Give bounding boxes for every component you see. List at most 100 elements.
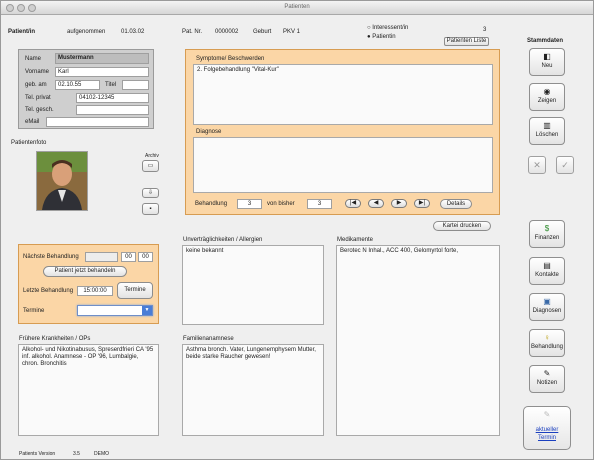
last-icon: ▶|: [418, 200, 426, 206]
termine-select[interactable]: ▼: [77, 305, 153, 316]
name-label: Name: [25, 56, 42, 62]
termine-label: Termine: [23, 308, 45, 314]
next-record-button[interactable]: ▶: [391, 199, 407, 208]
diagnoses-button-label: Diagnosen: [532, 308, 562, 314]
birthdate-field[interactable]: 02.10.55: [55, 80, 100, 90]
vorname-label: Vorname: [25, 69, 50, 75]
chevron-down-icon: ▼: [142, 306, 152, 315]
tel-privat-label: Tel. privat: [25, 95, 51, 101]
patient-photo-frame[interactable]: [36, 151, 88, 211]
contacts-icon: ▤: [543, 261, 551, 270]
previous-icon: ◀: [373, 200, 379, 206]
current-appointment-button[interactable]: ✎ aktueller Termin: [523, 406, 571, 450]
stammdaten-label: Stammdaten: [527, 38, 564, 44]
delete-button[interactable]: ▥ Löschen: [529, 117, 565, 145]
radio-selected-icon: ●: [367, 34, 371, 40]
save-photo-button[interactable]: ▪: [142, 203, 159, 215]
patient-list-button[interactable]: Patienten Liste: [444, 37, 489, 46]
medications-textarea[interactable]: Berotec N Inhal., ACC 400, Gelomyrtol fo…: [336, 245, 500, 436]
admitted-label: aufgenommen: [67, 29, 106, 35]
last-record-button[interactable]: ▶|: [414, 199, 430, 208]
medications-label: Medikamente: [337, 237, 374, 243]
diagnose-textarea[interactable]: [193, 137, 493, 193]
first-icon: |◀: [349, 200, 357, 206]
next-icon: ▶: [396, 200, 402, 206]
symptoms-textarea[interactable]: 2. Folgebehandlung "Vital-Kur": [193, 64, 493, 125]
cancel-button[interactable]: ✕: [528, 156, 546, 174]
eye-icon: ◉: [543, 87, 551, 96]
next-treatment-date-field[interactable]: [85, 252, 118, 262]
history-textarea[interactable]: Alkohol- und Nikotinabusus, Spreserdfrie…: [18, 344, 159, 436]
trash-icon: ▥: [543, 121, 551, 130]
last-treatment-label: Letzte Behandlung: [23, 288, 74, 294]
vorname-field[interactable]: Karl: [55, 67, 149, 77]
finances-button-label: Finanzen: [534, 235, 560, 241]
von-bisher-label: von bisher: [267, 201, 295, 207]
family-textarea[interactable]: Asthma bronch. Vater, Lungenemphysem Mut…: [182, 344, 324, 436]
demo-label: DEMO: [94, 451, 109, 457]
new-document-icon: ◧: [543, 52, 551, 61]
new-button-label: Neu: [541, 63, 553, 69]
window-title: Patienten: [284, 4, 310, 10]
tel-privat-field[interactable]: 04102-12345: [76, 93, 149, 103]
last-treatment-field[interactable]: 15:00:00: [77, 286, 113, 296]
photo-label: Patientenfoto: [11, 140, 47, 146]
version-value: 3.5: [73, 451, 80, 457]
patient-count: 3: [483, 27, 487, 33]
diagnosis-icon: ▣: [543, 297, 551, 306]
finances-button[interactable]: $ Finanzen: [529, 220, 565, 248]
intolerances-label: Unverträglichkeiten / Allergien: [183, 237, 263, 243]
diagnose-label: Diagnose: [196, 129, 222, 135]
notes-button-label: Notizen: [536, 380, 558, 386]
next-treatment-minute-field[interactable]: 00: [138, 252, 153, 262]
print-record-button[interactable]: Kartei drucken: [433, 221, 491, 231]
archive-button[interactable]: ▭: [142, 160, 159, 172]
cross-icon: ✕: [533, 160, 541, 170]
tel-gesch-field[interactable]: [76, 105, 149, 115]
von-bisher-field[interactable]: 3: [307, 199, 332, 209]
archive-icon: ▭: [147, 163, 154, 169]
show-button[interactable]: ◉ Zeigen: [529, 83, 565, 111]
name-field[interactable]: Mustermann: [55, 53, 149, 64]
disk-icon: ▪: [149, 206, 152, 212]
pen-icon: ✎: [543, 369, 551, 378]
first-record-button[interactable]: |◀: [345, 199, 361, 208]
tel-gesch-label: Tel. gesch.: [25, 107, 54, 113]
import-photo-button[interactable]: ⇩: [142, 188, 159, 198]
email-field[interactable]: [46, 117, 149, 127]
titel-field[interactable]: [122, 80, 149, 90]
archiv-label: Archiv: [145, 153, 159, 159]
patnr-value: 0000002: [215, 29, 239, 35]
details-button[interactable]: Details: [440, 199, 472, 209]
diagnoses-button[interactable]: ▣ Diagnosen: [529, 293, 565, 321]
notes-button[interactable]: ✎ Notizen: [529, 365, 565, 393]
next-treatment-hour-field[interactable]: 00: [121, 252, 136, 262]
title-bar: Patienten: [1, 1, 593, 15]
confirm-button[interactable]: ✓: [556, 156, 574, 174]
intolerances-textarea[interactable]: keine bekannt: [182, 245, 324, 325]
current-appointment-line1: aktueller: [535, 427, 559, 433]
contacts-button-label: Kontakte: [535, 272, 559, 278]
patient-radio[interactable]: ● Patientin: [367, 34, 396, 40]
treat-now-button[interactable]: Patient jetzt behandeln: [43, 266, 127, 277]
treatment-button-label: Behandlung: [530, 344, 564, 350]
interessent-label: Interessent/in: [372, 25, 409, 31]
import-icon: ⇩: [147, 190, 154, 196]
insurance-value: PKV 1: [283, 29, 301, 35]
behandlung-field[interactable]: 3: [237, 199, 262, 209]
previous-record-button[interactable]: ◀: [368, 199, 384, 208]
new-patient-button[interactable]: ◧ Neu: [529, 48, 565, 76]
contacts-button[interactable]: ▤ Kontakte: [529, 257, 565, 285]
show-button-label: Zeigen: [537, 98, 557, 104]
titel-label: Titel: [105, 82, 117, 88]
geb-label: geb. am: [25, 82, 47, 88]
family-label: Familienanamnese: [183, 336, 234, 342]
email-label: eMail: [25, 119, 40, 125]
money-icon: $: [544, 224, 550, 233]
app-window: Patienten Patient/in aufgenommen 01.03.0…: [0, 0, 594, 460]
interessent-radio[interactable]: ○ Interessent/in: [367, 25, 408, 31]
history-label: Frühere Krankheiten / OPs: [19, 336, 91, 342]
treatment-button[interactable]: ♀ Behandlung: [529, 329, 565, 357]
termine-button[interactable]: Termine: [117, 282, 153, 299]
check-icon: ✓: [561, 160, 569, 170]
